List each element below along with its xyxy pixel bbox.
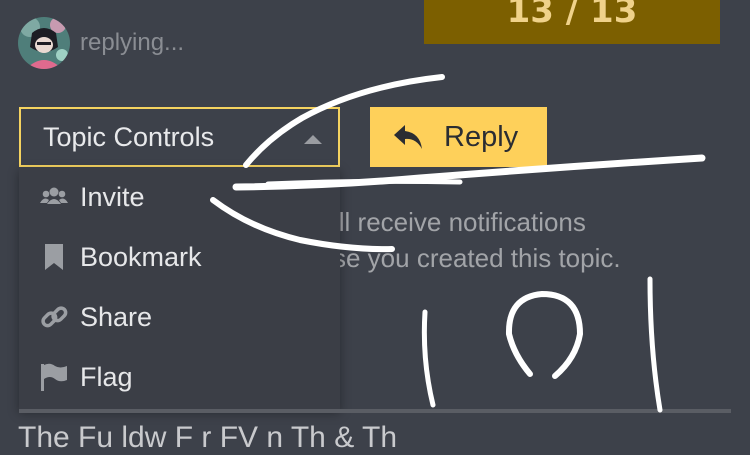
link-icon [41,306,68,328]
flag-icon [41,363,67,391]
notification-text: ill receive notifications se you created… [333,204,621,276]
avatar [18,17,70,69]
divider [19,409,731,413]
reply-button[interactable]: Reply [370,107,547,167]
reply-arrow-icon [394,125,422,149]
users-icon [40,187,68,204]
menu-item-bookmark[interactable]: Bookmark [19,227,340,287]
menu-item-label: Share [80,301,153,332]
bookmark-icon [45,244,63,270]
menu-item-invite[interactable]: Invite [19,167,340,227]
menu-item-share[interactable]: Share [19,287,340,347]
menu-item-label: Invite [80,181,145,212]
progress-indicator[interactable]: 13 / 13 [424,0,720,44]
replying-status: replying... [80,29,185,56]
post-preview-text: The Fu ldw F r FV n Th & Th [18,421,398,454]
topic-controls-label: Topic Controls [43,121,215,152]
topic-controls-menu: Invite Bookmark Share Flag [19,167,340,409]
reply-label: Reply [444,120,519,153]
caret-up-icon [304,135,322,144]
notification-line: se you created this topic. [333,243,621,273]
topic-controls-dropdown[interactable]: Topic Controls [19,107,340,167]
menu-item-label: Flag [80,361,133,392]
notification-line: ill receive notifications [333,207,586,237]
menu-item-label: Bookmark [80,241,202,272]
menu-item-flag[interactable]: Flag [19,347,340,407]
progress-count: 13 / 13 [506,0,638,31]
